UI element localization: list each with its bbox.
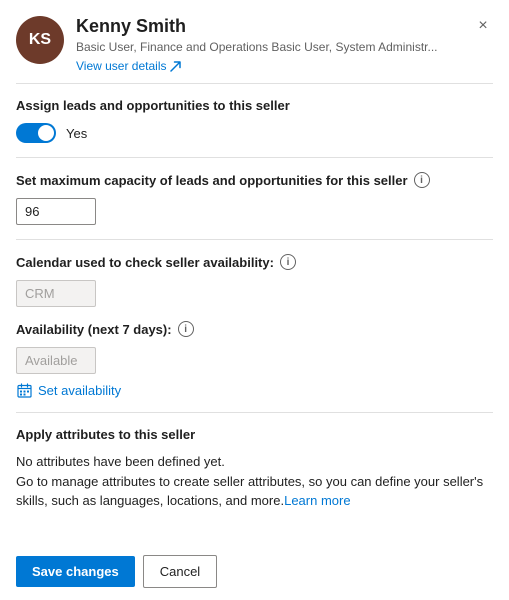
panel-header: KS Kenny Smith Basic User, Finance and O…	[0, 0, 509, 83]
calendar-icon	[16, 382, 32, 398]
attributes-label: Apply attributes to this seller	[16, 427, 493, 442]
set-availability-link[interactable]: Set availability	[16, 382, 493, 398]
availability-input: Available	[16, 347, 96, 374]
calendar-input: CRM	[16, 280, 96, 307]
external-link-icon	[170, 60, 182, 72]
assign-leads-section: Assign leads and opportunities to this s…	[0, 84, 509, 157]
avatar: KS	[16, 16, 64, 64]
attributes-description: Go to manage attributes to create seller…	[16, 474, 483, 509]
max-capacity-label: Set maximum capacity of leads and opport…	[16, 172, 493, 188]
save-changes-button[interactable]: Save changes	[16, 556, 135, 587]
assign-leads-label: Assign leads and opportunities to this s…	[16, 98, 493, 113]
user-roles: Basic User, Finance and Operations Basic…	[76, 40, 493, 56]
availability-section: Availability (next 7 days): i Available …	[0, 321, 509, 412]
toggle-row: Yes	[16, 123, 493, 143]
calendar-label: Calendar used to check seller availabili…	[16, 254, 493, 270]
availability-info-icon[interactable]: i	[178, 321, 194, 337]
max-capacity-info-icon[interactable]: i	[414, 172, 430, 188]
view-user-link[interactable]: View user details	[76, 59, 493, 73]
calendar-section: Calendar used to check seller availabili…	[0, 240, 509, 321]
max-capacity-section: Set maximum capacity of leads and opport…	[0, 158, 509, 239]
set-availability-label: Set availability	[38, 383, 121, 398]
user-name: Kenny Smith	[76, 16, 493, 38]
calendar-info-icon[interactable]: i	[280, 254, 296, 270]
assign-leads-toggle[interactable]	[16, 123, 56, 143]
cancel-button[interactable]: Cancel	[143, 555, 217, 588]
attributes-text: No attributes have been defined yet. Go …	[16, 452, 493, 511]
availability-label: Availability (next 7 days): i	[16, 321, 493, 337]
attributes-section: Apply attributes to this seller No attri…	[0, 413, 509, 525]
close-button[interactable]: ×	[471, 14, 495, 38]
view-user-label: View user details	[76, 59, 167, 73]
max-capacity-input[interactable]	[16, 198, 96, 225]
user-info: Kenny Smith Basic User, Finance and Oper…	[76, 16, 493, 73]
no-attributes-line: No attributes have been defined yet.	[16, 454, 225, 469]
toggle-label: Yes	[66, 126, 87, 141]
seller-panel: KS Kenny Smith Basic User, Finance and O…	[0, 0, 509, 600]
learn-more-link[interactable]: Learn more	[284, 493, 350, 508]
footer: Save changes Cancel	[0, 543, 509, 600]
toggle-thumb	[38, 125, 54, 141]
